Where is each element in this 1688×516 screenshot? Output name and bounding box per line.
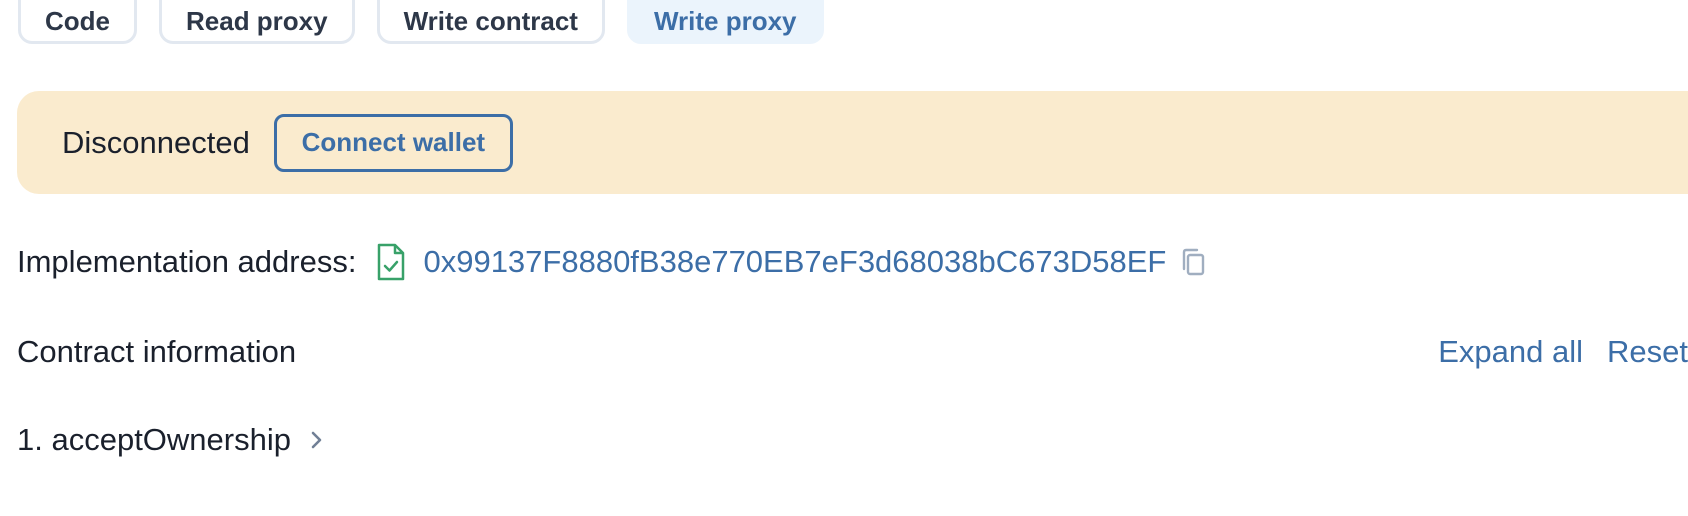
reset-link[interactable]: Reset [1607,334,1688,370]
implementation-address-label: Implementation address: [17,244,357,279]
method-item-accept-ownership[interactable]: 1. acceptOwnership [17,420,325,460]
implementation-address-link[interactable]: 0x99137F8880fB38e770EB7eF3d68038bC673D58… [423,244,1166,280]
tab-code[interactable]: Code [18,0,137,44]
tab-read-proxy[interactable]: Read proxy [159,0,355,44]
tab-write-proxy[interactable]: Write proxy [626,0,824,44]
implementation-address-row: Implementation address: 0x99137F8880fB38… [17,238,1206,286]
contract-information-title: Contract information [17,334,297,369]
verified-file-icon [376,243,406,281]
tab-write-contract[interactable]: Write contract [376,0,605,44]
method-name: 1. acceptOwnership [17,422,291,457]
contract-information-header: Contract information Expand all Reset [17,330,1688,374]
expand-all-link[interactable]: Expand all [1438,334,1583,370]
connect-wallet-button[interactable]: Connect wallet [273,113,513,172]
wallet-status-banner: Disconnected Connect wallet [17,91,1688,194]
wallet-status-text: Disconnected [62,124,250,160]
copy-icon[interactable] [1180,248,1206,276]
tab-bar: Code Read proxy Write contract Write pro… [18,0,824,44]
chevron-right-icon [309,429,325,451]
contract-information-actions: Expand all Reset [1438,334,1688,370]
